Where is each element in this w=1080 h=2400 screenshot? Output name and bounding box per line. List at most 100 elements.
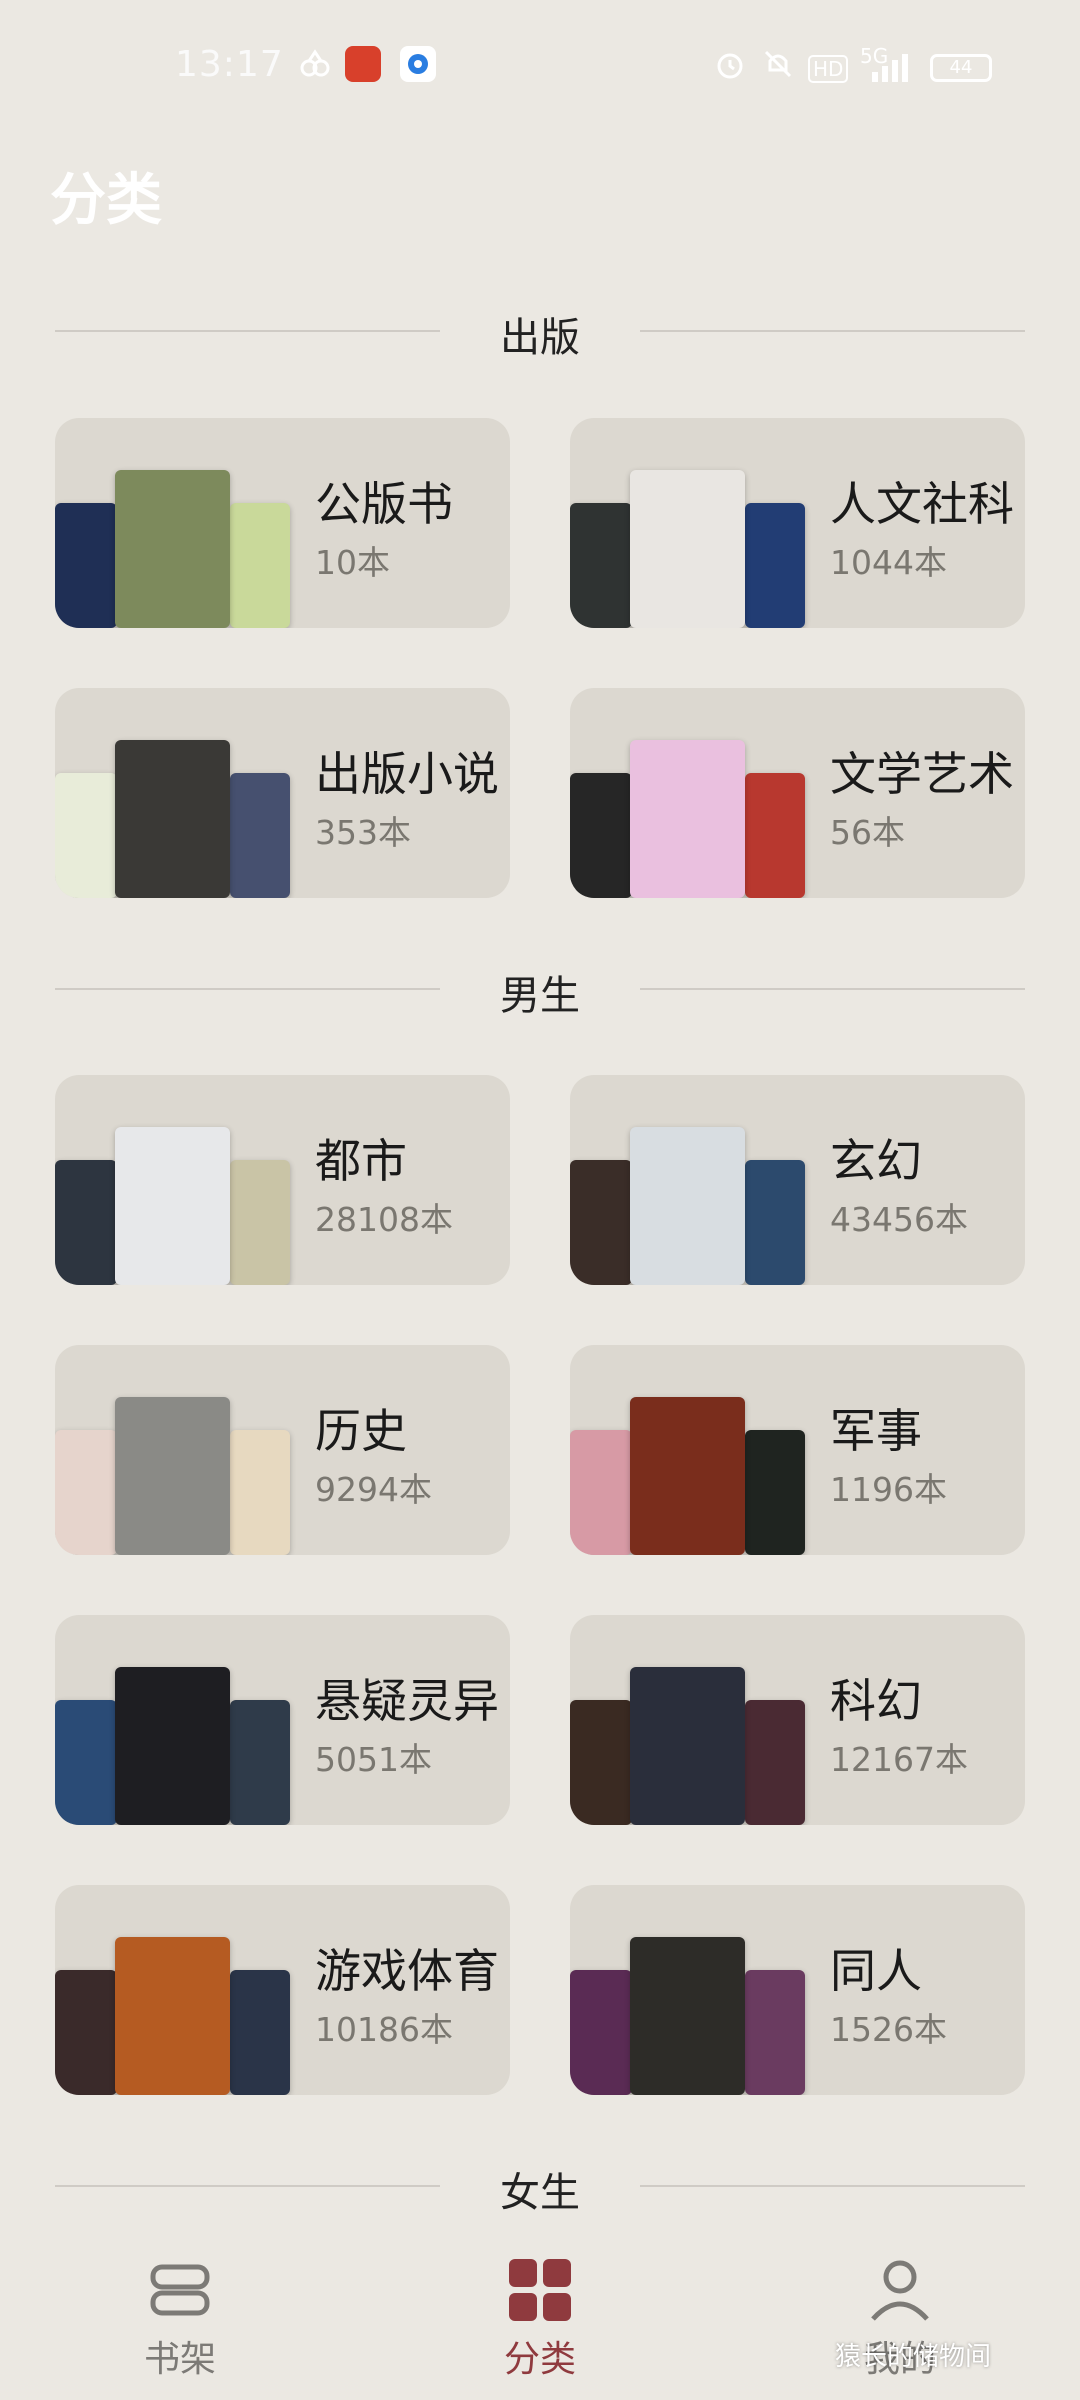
cover-stack	[570, 1615, 810, 1825]
book-cover	[115, 1667, 230, 1825]
nav-label: 分类	[503, 2339, 576, 2380]
book-cover	[115, 1397, 230, 1555]
profile-icon	[871, 2260, 929, 2321]
category-count: 12167本	[830, 1740, 968, 1779]
book-cover	[745, 773, 805, 898]
category-count: 56本	[830, 813, 905, 852]
bottom-nav: 书架 分类 我的	[0, 2220, 1080, 2400]
cover-stack	[55, 688, 295, 898]
category-card-military[interactable]: 军事 1196本	[570, 1345, 1025, 1555]
book-cover	[570, 1700, 632, 1825]
cover-stack	[570, 688, 810, 898]
cover-stack	[55, 1075, 295, 1285]
book-cover	[55, 503, 117, 628]
book-cover	[230, 1160, 290, 1285]
book-cover	[630, 1127, 745, 1285]
book-cover	[745, 1430, 805, 1555]
book-cover	[55, 1160, 117, 1285]
book-cover	[115, 1937, 230, 2095]
book-cover	[570, 1430, 632, 1555]
divider	[640, 2185, 1025, 2187]
book-cover	[115, 740, 230, 898]
status-bar: 13:17 HD 5G 44	[0, 0, 1080, 130]
cover-stack	[55, 1615, 295, 1825]
nav-item-category[interactable]: 分类	[360, 2220, 720, 2400]
category-name: 文学艺术	[830, 747, 1014, 801]
category-card-gaming-sports[interactable]: 游戏体育 10186本	[55, 1885, 510, 2095]
signal-icon	[860, 52, 908, 88]
nav-item-profile[interactable]: 我的	[720, 2220, 1080, 2400]
cover-stack	[55, 1345, 295, 1555]
status-time: 13:17	[175, 44, 284, 85]
category-grid-icon	[509, 2259, 571, 2321]
book-cover	[745, 503, 805, 628]
book-cover	[55, 1430, 117, 1555]
app-notification-icon	[400, 46, 436, 82]
category-count: 5051本	[315, 1740, 432, 1779]
book-cover	[230, 1970, 290, 2095]
book-cover	[630, 470, 745, 628]
category-name: 同人	[830, 1944, 922, 1998]
cover-stack	[570, 1885, 810, 2095]
cover-stack	[55, 1885, 295, 2095]
bookshelf-icon	[150, 2264, 210, 2316]
category-card-fantasy[interactable]: 玄幻 43456本	[570, 1075, 1025, 1285]
book-cover	[230, 1700, 290, 1825]
nav-label: 书架	[143, 2339, 216, 2380]
category-count: 1044本	[830, 543, 947, 582]
category-card-humanities[interactable]: 人文社科 1044本	[570, 418, 1025, 628]
book-cover	[230, 503, 290, 628]
category-card-fan-fiction[interactable]: 同人 1526本	[570, 1885, 1025, 2095]
category-name: 都市	[315, 1134, 407, 1188]
category-name: 公版书	[315, 477, 453, 531]
book-cover	[570, 1970, 632, 2095]
category-name: 出版小说	[315, 747, 499, 801]
category-card-published-fiction[interactable]: 出版小说 353本	[55, 688, 510, 898]
cover-stack	[55, 418, 295, 628]
alarm-icon	[712, 46, 748, 82]
category-count: 9294本	[315, 1470, 432, 1509]
category-card-public-domain[interactable]: 公版书 10本	[55, 418, 510, 628]
category-card-literature-art[interactable]: 文学艺术 56本	[570, 688, 1025, 898]
battery-indicator: 44	[930, 54, 992, 82]
page-title: 分类	[50, 168, 162, 233]
book-cover	[115, 470, 230, 628]
category-name: 科幻	[830, 1674, 922, 1728]
watermark: 猿长的储物间	[835, 2342, 992, 2372]
category-count: 353本	[315, 813, 411, 852]
nav-item-bookshelf[interactable]: 书架	[0, 2220, 360, 2400]
category-count: 10186本	[315, 2010, 453, 2049]
category-card-urban[interactable]: 都市 28108本	[55, 1075, 510, 1285]
section-label: 女生	[500, 2170, 580, 2216]
category-count: 10本	[315, 543, 390, 582]
book-cover	[570, 773, 632, 898]
hd-indicator: HD	[808, 55, 849, 83]
category-name: 玄幻	[830, 1134, 922, 1188]
section-header-female: 女生	[0, 2155, 1080, 2216]
category-name: 游戏体育	[315, 1944, 499, 1998]
category-count: 28108本	[315, 1200, 453, 1239]
divider	[640, 988, 1025, 990]
book-cover	[745, 1970, 805, 2095]
section-header-male: 男生	[0, 958, 1080, 1019]
book-cover	[745, 1160, 805, 1285]
book-cover	[570, 1160, 632, 1285]
book-cover	[570, 503, 632, 628]
app-notification-icon	[345, 46, 381, 82]
mute-icon	[760, 46, 796, 82]
category-card-history[interactable]: 历史 9294本	[55, 1345, 510, 1555]
section-header-publishing: 出版	[0, 300, 1080, 361]
category-count: 1526本	[830, 2010, 947, 2049]
cover-stack	[570, 1345, 810, 1555]
category-card-scifi[interactable]: 科幻 12167本	[570, 1615, 1025, 1825]
category-name: 悬疑灵异	[315, 1674, 499, 1728]
cover-stack	[570, 418, 810, 628]
book-cover	[630, 1667, 745, 1825]
book-cover	[55, 1700, 117, 1825]
book-cover	[55, 773, 117, 898]
book-cover	[115, 1127, 230, 1285]
category-card-suspense[interactable]: 悬疑灵异 5051本	[55, 1615, 510, 1825]
section-label: 出版	[500, 315, 580, 361]
category-name: 人文社科	[830, 477, 1014, 531]
category-name: 军事	[830, 1404, 922, 1458]
